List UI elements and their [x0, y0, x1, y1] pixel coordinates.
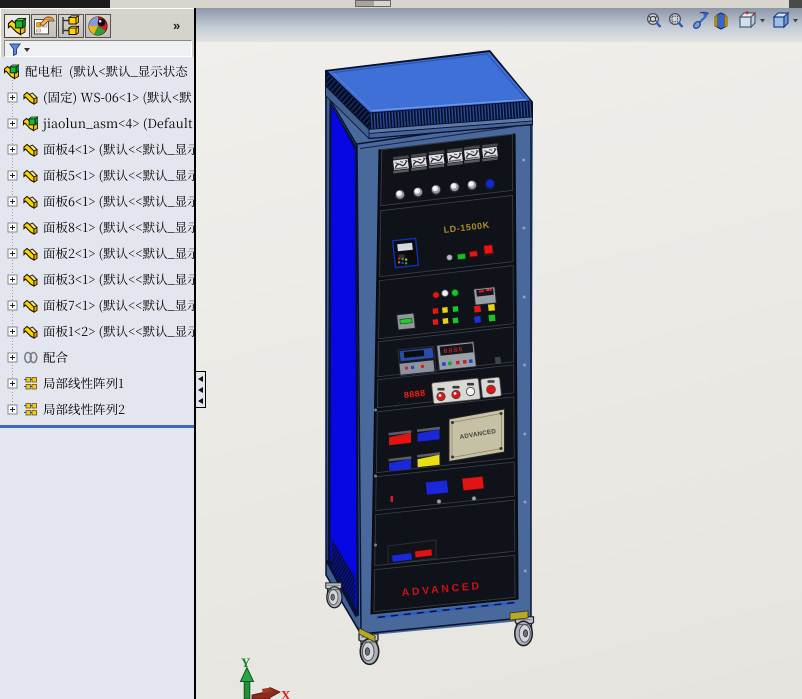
- svg-text:Y: Y: [241, 655, 251, 670]
- svg-text:._.'..: ._.'..: [394, 401, 403, 407]
- svg-text:X: X: [281, 688, 291, 699]
